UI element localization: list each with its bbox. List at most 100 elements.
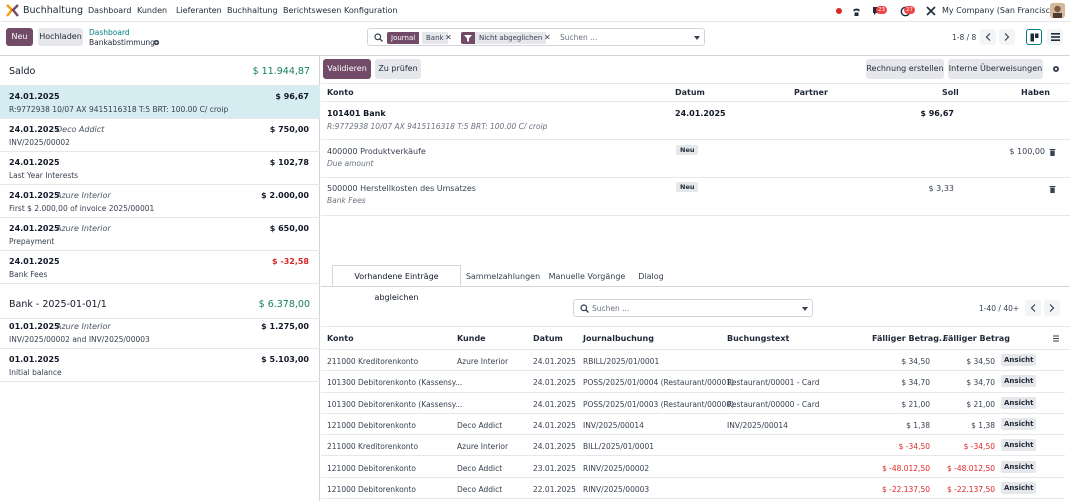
col-soll: Soll xyxy=(942,88,959,97)
remove-filter-icon[interactable]: ✕ xyxy=(544,32,551,44)
line-label: INV/2025/00002 and INV/2025/00003 xyxy=(9,335,150,344)
cell-due: $ 34,50 xyxy=(966,357,995,366)
table-row[interactable]: 101300 Debitorenkonto (Kassensy... 24.01.… xyxy=(321,371,1065,393)
new-button[interactable]: Neu xyxy=(6,28,33,46)
tab-dialog[interactable]: Dialog xyxy=(630,265,672,286)
to-check-button[interactable]: Zu prüfen xyxy=(375,59,421,79)
activity-icon[interactable]: 27 xyxy=(896,4,915,18)
view-button[interactable]: Ansicht xyxy=(1001,460,1037,473)
list-view-button[interactable] xyxy=(1047,29,1063,45)
menu-konfiguration[interactable]: Konfiguration xyxy=(344,6,398,15)
new-tag: Neu xyxy=(676,145,699,155)
view-button[interactable]: Ansicht xyxy=(1001,439,1037,452)
cell-due-currency: $ -34,50 xyxy=(898,442,930,452)
search-input[interactable]: Suchen ... xyxy=(560,33,597,42)
cell-kunde: Azure Interior xyxy=(457,442,509,452)
cell-due: $ 21,00 xyxy=(966,399,995,409)
statement-line[interactable]: 24.01.2025 Deco Addict $ 750,00 INV/2025… xyxy=(0,119,320,152)
cell-kunde: Azure Interior xyxy=(457,357,509,366)
activity-badge: 27 xyxy=(904,6,915,14)
menu-dashboard[interactable]: Dashboard xyxy=(88,6,131,15)
view-button[interactable]: Ansicht xyxy=(1001,396,1037,409)
tab-match-existing[interactable]: Vorhandene Einträge abgleichen xyxy=(332,265,461,302)
statement-line[interactable]: 01.01.2025 Azure Interior $ 1.275,00 INV… xyxy=(0,316,320,349)
th-konto[interactable]: Konto xyxy=(327,334,354,343)
th-buchungstext[interactable]: Buchungstext xyxy=(727,334,789,343)
search-entries-input[interactable]: Suchen ... xyxy=(592,304,629,313)
menu-berichtswesen[interactable]: Berichtswesen xyxy=(283,6,341,15)
tab-manual-operations[interactable]: Manuelle Vorgänge xyxy=(545,265,629,286)
pager-next-button[interactable] xyxy=(999,29,1015,45)
table-row[interactable]: 121000 Debitorenkonto Deco Addict 22.01.20… xyxy=(321,478,1065,500)
column-toggle-icon[interactable] xyxy=(1052,335,1060,342)
statement-line[interactable]: 01.01.2025 $ 5.103,00 Initial balance xyxy=(0,349,320,382)
tools-icon[interactable] xyxy=(924,4,938,18)
table-row[interactable]: 211000 Kreditorenkonto Azure Interior 24.0… xyxy=(321,435,1065,457)
line-partner: Deco Addict xyxy=(56,125,105,134)
entries-next-button[interactable] xyxy=(1044,300,1060,316)
messages-icon[interactable]: 23 xyxy=(868,4,887,18)
search-dropdown-icon[interactable] xyxy=(802,307,808,311)
validate-button[interactable]: Validieren xyxy=(323,59,371,79)
cell-due: $ 1,38 xyxy=(971,420,995,430)
kanban-view-button[interactable] xyxy=(1026,29,1042,45)
line-amount: $ 5.103,00 xyxy=(261,355,309,364)
cell-due: $ -22.137,50 xyxy=(946,484,995,494)
app-name[interactable]: Buchhaltung xyxy=(23,5,83,16)
phone-icon[interactable] xyxy=(849,4,863,18)
line-amount: $ 102,78 xyxy=(269,158,309,167)
table-row[interactable]: 211000 Kreditorenkonto Azure Interior 24.0… xyxy=(321,350,1065,372)
statement-line[interactable]: 24.01.2025 Azure Interior $ 2.000,00 Fir… xyxy=(0,185,320,218)
statement-line[interactable]: 24.01.2025 $ 96,67 R:9772938 10/07 AX 94… xyxy=(0,86,320,119)
statement-line[interactable]: 24.01.2025 $ 102,78 Last Year Interests xyxy=(0,152,320,185)
entry-line-revenue[interactable]: 400000 Produktverkäufe Due amount Neu $ … xyxy=(321,140,1070,177)
settings-gear-icon[interactable] xyxy=(1052,65,1060,73)
menu-kunden[interactable]: Kunden xyxy=(137,6,167,15)
breadcrumb-dashboard[interactable]: Dashboard xyxy=(89,28,130,37)
view-button[interactable]: Ansicht xyxy=(1001,481,1037,494)
group-total: $ 11.944,87 xyxy=(252,66,310,77)
user-avatar[interactable] xyxy=(1050,3,1065,18)
cell-datum: 22.01.2025 xyxy=(533,484,576,494)
table-row[interactable]: 101300 Debitorenkonto (Kassensy... 24.01.… xyxy=(321,393,1065,414)
entries-prev-button[interactable] xyxy=(1025,300,1041,316)
entry-line-costs[interactable]: 500000 Herstellkosten des Umsatzes Bank … xyxy=(321,178,1070,215)
company-switcher[interactable]: My Company (San Francisco) xyxy=(942,6,1058,15)
line-date: 24.01.2025 xyxy=(9,191,60,200)
search-bar[interactable]: Journal Bank ✕ Nicht abgeglichen ✕ Suche… xyxy=(367,28,705,46)
upload-button[interactable]: Hochladen xyxy=(38,28,83,46)
menu-lieferanten[interactable]: Lieferanten xyxy=(176,6,222,15)
accounting-app-icon[interactable] xyxy=(6,4,19,17)
menu-buchhaltung[interactable]: Buchhaltung xyxy=(227,6,278,15)
statement-lines-panel: Saldo $ 11.944,87 24.01.2025 $ 96,67 R:9… xyxy=(0,56,320,501)
statement-line[interactable]: 24.01.2025 Azure Interior $ 650,00 Prepa… xyxy=(0,218,320,251)
view-button[interactable]: Ansicht xyxy=(1001,354,1037,366)
cell-datum: 24.01.2025 xyxy=(533,420,576,430)
th-due-currency[interactable]: Fälliger Betrag... xyxy=(872,334,948,343)
entries-pager-value[interactable]: 1-40 / 40+ xyxy=(979,304,1019,313)
gear-icon[interactable] xyxy=(153,39,160,46)
table-row[interactable]: 121000 Debitorenkonto Deco Addict 24.01.20… xyxy=(321,414,1065,436)
facet-filter-value: Nicht abgeglichen xyxy=(475,32,547,44)
th-due[interactable]: Fälliger Betrag xyxy=(943,334,1010,343)
view-button[interactable]: Ansicht xyxy=(1001,417,1037,430)
search-entries-bar[interactable]: Suchen ... xyxy=(573,299,813,317)
view-button[interactable]: Ansicht xyxy=(1001,375,1037,388)
pager-prev-button[interactable] xyxy=(980,29,996,45)
create-invoice-button[interactable]: Rechnung erstellen xyxy=(866,59,944,79)
tab-batch-payments[interactable]: Sammelzahlungen xyxy=(462,265,544,286)
pager-value[interactable]: 1-8 / 8 xyxy=(952,33,976,42)
status-dot-icon[interactable] xyxy=(834,4,844,18)
table-row[interactable]: 121000 Debitorenkonto Deco Addict 23.01.20… xyxy=(321,457,1065,478)
statement-line[interactable]: 24.01.2025 $ -32,58 Bank Fees xyxy=(0,251,320,284)
th-kunde[interactable]: Kunde xyxy=(457,334,486,343)
th-datum[interactable]: Datum xyxy=(533,334,563,343)
internal-transfers-button[interactable]: Interne Überweisungen xyxy=(948,59,1043,79)
trash-icon[interactable] xyxy=(1049,185,1056,193)
trash-icon[interactable] xyxy=(1049,148,1056,156)
remove-facet-icon[interactable]: ✕ xyxy=(445,32,452,44)
entry-line-bank[interactable]: 101401 Bank R:9772938 10/07 AX 941511631… xyxy=(321,102,1070,139)
th-journalbuchung[interactable]: Journalbuchung xyxy=(583,334,654,343)
search-dropdown-icon[interactable] xyxy=(694,36,700,40)
kanban-icon xyxy=(1030,33,1038,41)
